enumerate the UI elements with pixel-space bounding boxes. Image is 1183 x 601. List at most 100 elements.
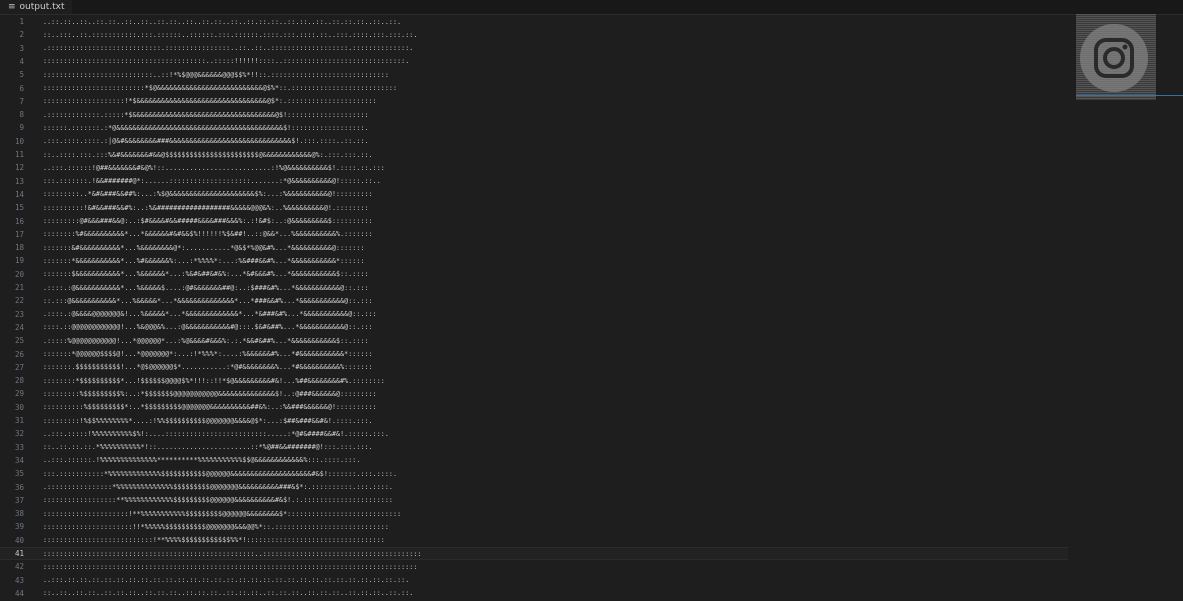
line-text: ..::.::..::..::.::..::..::..::.::..::..:… (43, 17, 402, 26)
line-number: 40 (14, 535, 24, 545)
line-text: .:::::::::::::.:::::*$&&&&&&&&&&&&&&&&&&… (43, 110, 369, 119)
tab-label: output.txt (19, 2, 65, 12)
editor-line[interactable]: 1..::.::..::..::.::..::..::..::.::..::..… (0, 15, 1068, 28)
editor-line[interactable]: 44::..::..::.::..::.::.::..::.::.::..::.… (0, 587, 1068, 600)
line-text: .::::.:@&&&&@@@@@@@&!...%&&&&&*...*&&&&&… (43, 310, 377, 319)
line-text: :::::::::::::::::::::!**%%%%%%%%%%%$$$$$… (43, 509, 402, 518)
line-number: 16 (14, 216, 24, 226)
editor-line[interactable]: 27:::::::.$$$$$$$$$$$!...*@$@@@@@@$*....… (0, 361, 1068, 374)
line-number: 41 (14, 549, 24, 558)
line-number: 24 (14, 322, 24, 332)
editor-line[interactable]: 12 ..:::.::::::!@##&&&&&&&#&@%!::........… (0, 161, 1068, 174)
editor-line[interactable]: 19:::::::*&&&&&&&&&&&*...%#&&&&&&%:...:*… (0, 254, 1068, 267)
editor-line[interactable]: 13:::.:::::::.!&&#######@*:......:::::::… (0, 175, 1068, 188)
line-number: 44 (14, 588, 24, 598)
editor-line[interactable]: 35:::.:::::::::::*%%%%%%%%%%%%%$$$$$$$$$… (0, 467, 1068, 480)
line-number: 37 (14, 495, 24, 505)
line-number: 7 (19, 96, 24, 106)
editor-line[interactable]: 40:::::::::::::::::::::::::::!**%%%%$$$$… (0, 534, 1068, 547)
editor-line[interactable]: 16:::::::::@#&&&###&&@:..:$#&&&&#&&#####… (0, 215, 1068, 228)
editor-line[interactable]: 7::::::::::::::::::::!*$&&&&&&&&&&&&&&&&… (0, 95, 1068, 108)
line-number: 25 (14, 336, 24, 346)
line-number: 34 (14, 455, 24, 465)
editor-line[interactable]: 39::::::::::::::::::::::!!*%%%%%$$$$$$$$… (0, 520, 1068, 533)
line-text: :::::::*@@@@@@$$$$@!...*@@@@@@@*:...:!*%… (43, 350, 373, 358)
editor-line[interactable]: 3.::::::::::::::::::::::::::::.:::::::::… (0, 42, 1068, 55)
line-text: ..:::.::::::!@##&&&&&&&#&@%!::..........… (43, 163, 385, 172)
line-number: 42 (14, 562, 24, 572)
minimap-viewport-indicator (1076, 95, 1183, 96)
editor-line[interactable]: 10 .:::.::::.::::.:|@&#&&&&&&&&###&&&&&&&… (0, 135, 1068, 148)
tab-bar: ≡ output.txt (0, 0, 1183, 15)
editor-line[interactable]: 14:::::::::..*&#&###&&##%:...:%$@&&&&&&&… (0, 188, 1068, 201)
line-text: :::::::$&&&&&&&&&&&*...%&&&&&&*...:%&#&#… (43, 270, 369, 279)
editor-line[interactable]: 32 ..:::.:::::!%%%%%%%%%%$%!:....::::::::… (0, 427, 1068, 440)
line-number: 1 (19, 17, 24, 26)
editor-line[interactable]: 43..:::.::.::.::.::.::.::.::.::.::.::.::… (0, 574, 1068, 587)
editor-line[interactable]: 33::..::.::.::.*%%%%%%%%%%*!::..........… (0, 441, 1068, 454)
editor-line[interactable]: 28::::::::*$$$$$$$$$$*...!$$$$$$@@@@$%*!… (0, 374, 1068, 387)
line-number: 39 (14, 522, 24, 532)
line-number: 32 (14, 429, 24, 439)
editor-line[interactable]: 8 .:::::::::::::.:::::*$&&&&&&&&&&&&&&&&&… (0, 108, 1068, 121)
editor-line[interactable]: 4:::::::::::::::::::::::::::::::::::::::… (0, 55, 1068, 68)
line-text: ::::::::::::::::::::!*$&&&&&&&&&&&&&&&&&… (43, 97, 377, 106)
editor-line[interactable]: 18:::::::&#&&&&&&&&&&*...%&&&&&&&&@*:...… (0, 241, 1068, 254)
editor-line[interactable]: 36 .::::::::::::::::*%%%%%%%%%%%%%%$$$$$$… (0, 481, 1068, 494)
editor-line[interactable]: 25 .:::::%@@@@@@@@@@@!...*@@@@@@*...:%@&&… (0, 334, 1068, 347)
editor[interactable]: 1..::.::..::..::.::..::..::..::.::..::..… (0, 15, 1068, 601)
line-text: :::::::::%$$$$$$$$$%:..:*$$$$$$$@@@@@@@@… (43, 389, 377, 398)
editor-line[interactable]: 31:::::::::!%$$%%%%%%%%*....:!%%$$$$$$$$… (0, 414, 1068, 427)
editor-line[interactable]: 42::::::::::::::::::::::::::::::::::::::… (0, 560, 1068, 573)
editor-line[interactable]: 30::::::::::%$$$$$$$$$*:..*$$$$$$$$$@@@@… (0, 401, 1068, 414)
line-text: ::::::::%#&&&&&&&&&&*...*&&&&&&#&#&&$%!!… (43, 230, 373, 239)
editor-line[interactable]: 26:::::::*@@@@@@$$$$@!...*@@@@@@@*:...:!… (0, 348, 1068, 361)
line-number: 30 (14, 402, 24, 412)
line-number: 11 (14, 150, 24, 159)
editor-line[interactable]: 23 .::::.:@&&&&@@@@@@@&!...%&&&&&*...*&&&… (0, 308, 1068, 321)
editor-line[interactable]: 29:::::::::%$$$$$$$$$%:..:*$$$$$$$@@@@@@… (0, 387, 1068, 400)
line-text: .:::::%@@@@@@@@@@@!...*@@@@@@*...:%@&&&&… (43, 336, 369, 345)
editor-line[interactable]: 22::.:::@&&&&&&&&&&&*...%&&&&&*...*&&&&&… (0, 294, 1068, 307)
editor-line[interactable]: 5:::::::::::::::::::::::::::..::!*%$@@@&… (0, 68, 1068, 81)
editor-line[interactable]: 11::..::::.:::.:::%&#&&&&&&&#&&@$$$$$$$$… (0, 148, 1068, 161)
tab-output-txt[interactable]: ≡ output.txt (0, 0, 73, 14)
line-text: ::::.::@@@@@@@@@@@@!...%&@@@&%...:@&&&&&… (43, 323, 373, 332)
editor-line[interactable]: 24::::.::@@@@@@@@@@@@!...%&@@@&%...:@&&&… (0, 321, 1068, 334)
line-number: 9 (19, 123, 24, 133)
line-text: .::::::::::::::::*%%%%%%%%%%%%%%$$$$$$$$… (43, 483, 393, 491)
line-number: 35 (14, 469, 24, 479)
line-number: 29 (14, 389, 24, 399)
line-text: ::::::::::::::::::**%%%%%%%%%%%%$$$$$$$$… (43, 496, 393, 505)
line-number: 8 (19, 110, 24, 120)
editor-line[interactable]: 37::::::::::::::::::**%%%%%%%%%%%%$$$$$$… (0, 494, 1068, 507)
editor-line[interactable]: 6:::::::::::::::::::::::::*$@&&&&&&&&&&&… (0, 82, 1068, 95)
minimap[interactable] (1076, 14, 1156, 100)
line-text: .::::::::::::::::::::::::::::.::::::::::… (43, 44, 414, 53)
editor-line[interactable]: 2::..:::..::.:::::::::::.:::.::::::..:::… (0, 28, 1068, 41)
line-number: 12 (14, 163, 24, 173)
line-number: 13 (14, 176, 24, 186)
editor-line[interactable]: 9::::::.:::::::.:*@&&&&&&&&&&&&&&&&&&&&&… (0, 121, 1068, 134)
editor-line[interactable]: 34 ..:::.::::::.!%%%%%%%%%%%%%%**********… (0, 454, 1068, 467)
editor-line[interactable]: 20:::::::$&&&&&&&&&&&*...%&&&&&&*...:%&#… (0, 268, 1068, 281)
line-number: 38 (14, 509, 24, 519)
editor-line[interactable]: 38:::::::::::::::::::::!**%%%%%%%%%%%$$$… (0, 507, 1068, 520)
line-number: 14 (14, 189, 24, 199)
line-text: ::..:::..::.:::::::::::.:::.::::::..::::… (43, 30, 418, 39)
line-text: :::::::::::::::::::::::::::!**%%%%$$$$$$… (43, 536, 385, 545)
line-text: ::::::::::::::::::::::::::::::::::::::::… (43, 549, 422, 558)
line-text: :::::::::..*&#&###&&##%:...:%$@&&&&&&&&&… (43, 190, 373, 199)
editor-line[interactable]: 41::::::::::::::::::::::::::::::::::::::… (0, 547, 1068, 560)
line-text: :::::::*&&&&&&&&&&&*...%#&&&&&&%:...:*%%… (43, 256, 365, 265)
line-text: .:::.::::.::::.:|@&#&&&&&&&&###&&&&&&&&&… (43, 137, 369, 146)
line-number: 17 (14, 229, 24, 239)
editor-line[interactable]: 21 .::::.:@&&&&&&&&&&&*...%&&&&&$....:@#&… (0, 281, 1068, 294)
line-text: :::::::::!%$$%%%%%%%%*....:!%%$$$$$$$$$$… (43, 416, 373, 425)
editor-line[interactable]: 17::::::::%#&&&&&&&&&&*...*&&&&&&#&#&&$%… (0, 228, 1068, 241)
line-text: :::::::&#&&&&&&&&&&*...%&&&&&&&&@*:.....… (43, 243, 365, 252)
instagram-logo-icon (1076, 14, 1156, 100)
editor-line[interactable]: 15::::::::::!&#&&###&&#%:..:%&##########… (0, 201, 1068, 214)
line-number: 18 (14, 243, 24, 253)
line-number: 23 (14, 309, 24, 319)
